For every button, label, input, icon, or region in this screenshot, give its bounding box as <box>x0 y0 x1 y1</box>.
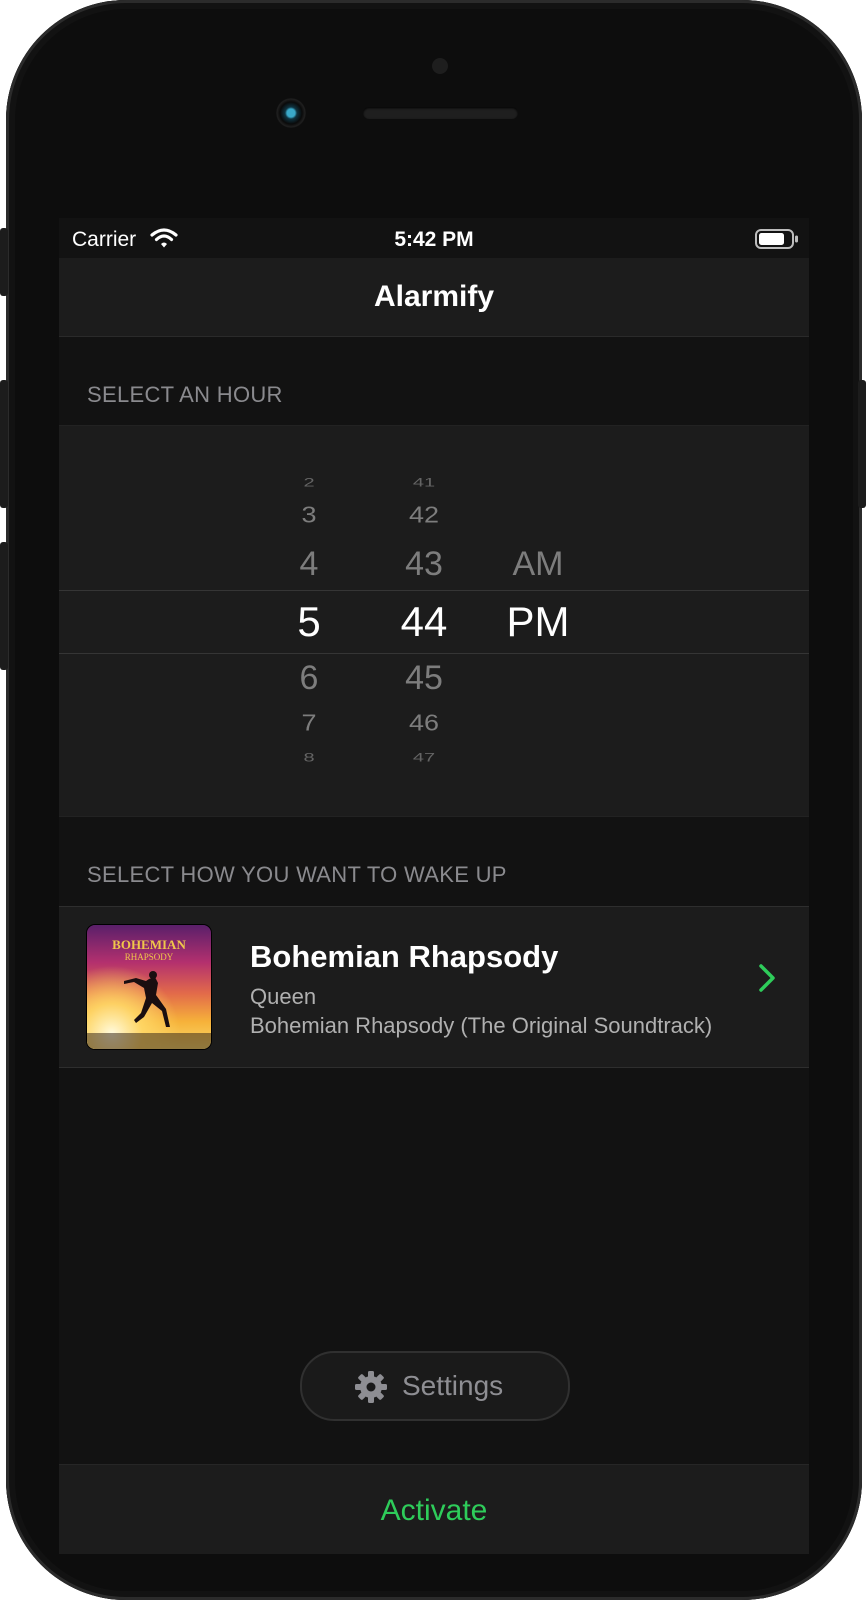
mute-switch <box>0 228 8 296</box>
volume-down-button <box>0 542 8 670</box>
time-picker[interactable]: 2 3 4 5 6 7 8 41 42 43 44 45 46 47 AM PM <box>59 425 809 817</box>
minute-option-selected[interactable]: 44 <box>364 601 484 643</box>
minute-option[interactable]: 47 <box>364 752 484 764</box>
status-bar: Carrier 5:42 PM <box>59 218 809 258</box>
minute-option[interactable]: 45 <box>364 661 484 695</box>
gear-icon <box>355 1371 387 1403</box>
hour-option[interactable]: 8 <box>249 752 369 764</box>
chevron-right-icon[interactable] <box>757 963 777 993</box>
settings-label: Settings <box>402 1370 504 1401</box>
front-camera <box>276 98 306 128</box>
song-row[interactable]: BOHEMIAN RHAPSODY Bohemian Rhapsody Quee… <box>59 906 809 1068</box>
album-art: BOHEMIAN RHAPSODY <box>87 925 211 1049</box>
power-button <box>858 380 866 508</box>
hour-option-selected[interactable]: 5 <box>249 601 369 643</box>
period-option-pm[interactable]: PM <box>478 601 598 643</box>
navigation-bar: Alarmify <box>59 258 809 337</box>
song-title: Bohemian Rhapsody <box>250 939 559 974</box>
song-album: Bohemian Rhapsody (The Original Soundtra… <box>250 1013 713 1038</box>
app-screen: Carrier 5:42 PM Alarmify SELECT AN HOUR … <box>59 218 809 1554</box>
status-time: 5:42 PM <box>394 228 474 251</box>
page-title: Alarmify <box>373 280 495 313</box>
volume-up-button <box>0 380 8 508</box>
proximity-sensor <box>432 58 448 74</box>
hour-option[interactable]: 7 <box>249 712 369 735</box>
activate-label: Activate <box>380 1494 488 1527</box>
minute-option[interactable]: 43 <box>364 547 484 581</box>
hour-option[interactable]: 6 <box>249 661 369 695</box>
album-art-title-text: BOHEMIAN <box>112 937 186 952</box>
album-art-image: BOHEMIAN RHAPSODY <box>87 925 211 1049</box>
song-artist: Queen <box>250 984 317 1009</box>
minute-option[interactable]: 41 <box>364 477 484 489</box>
wake-section-header: SELECT HOW YOU WANT TO WAKE UP <box>87 862 507 887</box>
battery-icon <box>755 229 798 249</box>
hour-option[interactable]: 4 <box>249 547 369 581</box>
earpiece-speaker <box>363 107 518 119</box>
minute-option[interactable]: 42 <box>364 504 484 527</box>
settings-button[interactable]: Settings <box>300 1351 570 1421</box>
hour-option[interactable]: 2 <box>249 477 369 489</box>
hour-section-header: SELECT AN HOUR <box>87 382 283 407</box>
activate-button[interactable]: Activate <box>59 1464 809 1554</box>
album-art-subtitle-text: RHAPSODY <box>125 952 174 962</box>
minute-option[interactable]: 46 <box>364 712 484 735</box>
period-option-am[interactable]: AM <box>478 547 598 581</box>
hour-option[interactable]: 3 <box>249 504 369 527</box>
